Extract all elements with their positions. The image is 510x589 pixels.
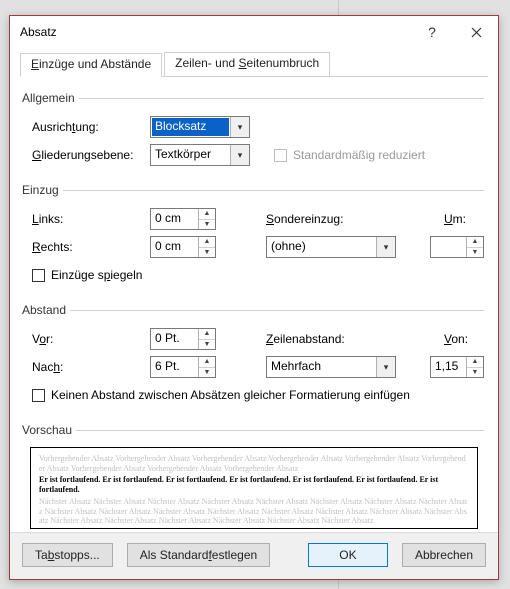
help-button[interactable]: ? (410, 17, 454, 47)
right-indent-label: Rechts: (24, 240, 150, 254)
tab-line-page-breaks[interactable]: Zeilen- und Seitenumbruch (164, 52, 330, 76)
spin-down-icon[interactable]: ▼ (199, 248, 215, 258)
special-indent-label: Sondereinzug: (266, 212, 376, 226)
chevron-down-icon: ▾ (376, 357, 395, 377)
spin-up-icon[interactable]: ▲ (199, 237, 215, 248)
linespacing-select[interactable]: Mehrfach ▾ (266, 356, 396, 378)
alignment-label: Ausrichtung: (24, 120, 150, 134)
after-spinner[interactable]: 6 Pt. ▲▼ (150, 356, 216, 378)
after-label: Nach: (24, 360, 150, 374)
spin-down-icon[interactable]: ▼ (199, 368, 215, 378)
collapsed-checkbox: Standardmäßig reduziert (266, 148, 425, 162)
dialog-footer: Tabstopps... Als Standard festlegen OK A… (10, 532, 498, 579)
outline-select[interactable]: Textkörper ▾ (150, 144, 250, 166)
group-indent-label: Einzug (22, 183, 63, 197)
spin-up-icon[interactable]: ▲ (467, 357, 483, 368)
spin-down-icon[interactable]: ▼ (199, 340, 215, 350)
alignment-select[interactable]: Blocksatz ▾ (150, 116, 250, 138)
left-indent-label: Links: (24, 212, 150, 226)
chevron-down-icon: ▾ (230, 117, 249, 137)
preview-current-text: Er ist fortlaufend. Er ist fortlaufend. … (39, 475, 469, 495)
at-label: Von: (444, 332, 484, 346)
dialog-title: Absatz (20, 25, 410, 39)
right-indent-spinner[interactable]: 0 cm ▲▼ (150, 236, 216, 258)
left-indent-spinner[interactable]: 0 cm ▲▼ (150, 208, 216, 230)
group-preview: Vorschau Vorhergehender Absatz Vorhergeh… (24, 423, 484, 532)
spin-up-icon[interactable]: ▲ (467, 237, 483, 248)
preview-next-text: Nächster Absatz Nächster Absatz Nächster… (39, 497, 469, 526)
no-space-label: Keinen Abstand zwischen Absätzen gleiche… (51, 388, 410, 402)
group-indent: Einzug Links: 0 cm ▲▼ Sondereinzug: Um: (24, 183, 484, 295)
paragraph-dialog: Absatz ? Einzüge und Abstände Zeilen- un… (9, 15, 499, 580)
spin-up-icon[interactable]: ▲ (199, 357, 215, 368)
no-space-same-style-checkbox[interactable]: Keinen Abstand zwischen Absätzen gleiche… (24, 388, 410, 402)
chevron-down-icon: ▾ (230, 145, 249, 165)
set-default-button[interactable]: Als Standard festlegen (127, 543, 270, 567)
special-indent-select[interactable]: (ohne) ▾ (266, 236, 396, 258)
dialog-body: Allgemein Ausrichtung: Blocksatz ▾ Glied… (10, 77, 498, 532)
checkbox-box (32, 269, 45, 282)
titlebar: Absatz ? (10, 16, 498, 48)
spin-up-icon[interactable]: ▲ (199, 209, 215, 220)
spin-down-icon[interactable]: ▼ (467, 248, 483, 258)
before-spinner[interactable]: 0 Pt. ▲▼ (150, 328, 216, 350)
chevron-down-icon: ▾ (376, 237, 395, 257)
linespacing-label: Zeilenabstand: (266, 332, 376, 346)
group-spacing-label: Abstand (22, 303, 70, 317)
group-general: Allgemein Ausrichtung: Blocksatz ▾ Glied… (24, 91, 484, 175)
cancel-button[interactable]: Abbrechen (402, 543, 486, 567)
group-preview-label: Vorschau (22, 423, 76, 437)
by-spinner[interactable]: ▲▼ (430, 236, 484, 258)
collapsed-label: Standardmäßig reduziert (293, 148, 425, 162)
mirror-indents-label: Einzüge spiegeln (51, 268, 142, 282)
preview-prev-text: Vorhergehender Absatz Vorhergehender Abs… (39, 454, 469, 473)
before-label: Vor: (24, 332, 150, 346)
group-general-label: Allgemein (22, 91, 79, 105)
spin-down-icon[interactable]: ▼ (467, 368, 483, 378)
close-button[interactable] (454, 17, 498, 47)
checkbox-box (274, 149, 287, 162)
mirror-indents-checkbox[interactable]: Einzüge spiegeln (24, 268, 142, 282)
outline-label: Gliederungsebene: (24, 148, 150, 162)
tabstops-button[interactable]: Tabstopps... (22, 543, 113, 567)
tab-indent-spacing[interactable]: Einzüge und Abstände (20, 53, 162, 77)
tabstrip: Einzüge und Abstände Zeilen- und Seitenu… (20, 52, 488, 77)
by-label: Um: (444, 212, 484, 226)
spin-down-icon[interactable]: ▼ (199, 220, 215, 230)
spin-up-icon[interactable]: ▲ (199, 329, 215, 340)
at-spinner[interactable]: 1,15 ▲▼ (430, 356, 484, 378)
preview-box: Vorhergehender Absatz Vorhergehender Abs… (30, 447, 478, 529)
group-spacing: Abstand Vor: 0 Pt. ▲▼ Zeilenabstand: Von… (24, 303, 484, 415)
ok-button[interactable]: OK (308, 543, 388, 567)
checkbox-box (32, 389, 45, 402)
close-icon (471, 27, 482, 38)
